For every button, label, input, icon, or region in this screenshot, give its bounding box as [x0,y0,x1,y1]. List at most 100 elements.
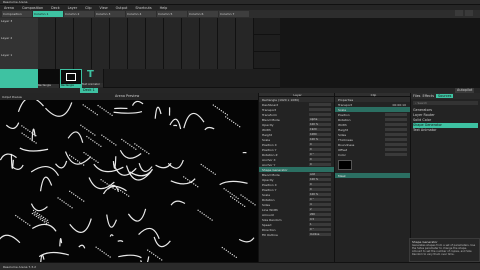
clip-slot[interactable] [182,52,200,69]
clip-slot[interactable] [92,52,110,69]
clip-slot[interactable] [218,35,236,52]
tab-column-1[interactable]: Column 1 [33,11,63,17]
tab-column-5[interactable]: Column 5 [157,11,187,17]
param-value[interactable]: 200 [309,212,331,217]
tab-files[interactable]: Files [413,94,420,98]
clip-slot[interactable] [218,52,236,69]
clip-slot[interactable] [56,18,74,35]
tab-column-4[interactable]: Column 4 [126,11,156,17]
param-value[interactable]: 100 % [309,177,331,182]
clip-slot[interactable] [200,18,218,35]
tab-column-6[interactable]: Column 6 [188,11,218,17]
tab-composition[interactable]: Composition [2,11,32,17]
clip-slot[interactable] [110,35,128,52]
clip-thumb-selected[interactable]: Rectangle [60,69,82,88]
menu-item-arena[interactable]: Arena [4,6,14,10]
param-value[interactable] [385,117,407,122]
clip-slot[interactable] [182,18,200,35]
clip-slot[interactable] [146,52,164,69]
param-value[interactable]: 1080 [309,132,331,137]
param-value[interactable] [385,112,407,117]
clip-slot[interactable] [200,35,218,52]
param-value[interactable]: 0 [309,187,331,192]
param-value[interactable]: Alpha [309,117,331,122]
menu-item-layer[interactable]: Layer [68,6,77,10]
clip-slot[interactable] [164,35,182,52]
tab-effects[interactable]: Effects [422,94,434,98]
tab-column-7[interactable]: Column 7 [219,11,249,17]
clip-slot[interactable] [74,52,92,69]
layer-header[interactable]: Layer 3 [0,18,38,35]
color-swatch[interactable] [338,160,352,170]
param-value[interactable]: 0 [309,147,331,152]
menu-item-composition[interactable]: Composition [22,6,43,10]
clip-slot[interactable] [110,18,128,35]
clip-slot[interactable] [164,52,182,69]
clip-slot[interactable] [128,52,146,69]
param-value[interactable]: 0 [309,162,331,167]
param-value[interactable] [385,142,407,147]
minimize-button[interactable] [455,10,463,16]
clip-slot[interactable] [164,18,182,35]
clip-slot[interactable] [146,18,164,35]
param-value[interactable]: Add [309,172,331,177]
param-value[interactable]: 1920 [309,127,331,132]
param-value[interactable]: 4 [309,202,331,207]
param-value[interactable] [309,112,331,117]
param-value[interactable] [309,102,331,107]
clip-thumb[interactable]: Rectangle [38,69,60,88]
param-value[interactable]: 0 [309,142,331,147]
effects-list-item[interactable]: Text Animator [413,128,478,133]
clip-slot[interactable] [236,52,254,69]
clip-slot[interactable] [38,18,56,35]
param-row[interactable]: Fill Outline Outline [259,232,334,237]
param-value[interactable]: 2 [309,207,331,212]
tab-column-2[interactable]: Column 2 [64,11,94,17]
param-value[interactable]: 0 ° [309,227,331,232]
clip-slot[interactable] [74,18,92,35]
tab-column-3[interactable]: Column 3 [95,11,125,17]
clip-effect-header-2[interactable]: Mask [335,173,410,178]
menu-item-shortcuts[interactable]: Shortcuts [135,6,151,10]
clip-slot[interactable] [56,52,74,69]
layer-header[interactable]: Layer 2 [0,35,38,52]
clip-slot[interactable] [110,52,128,69]
menu-item-help[interactable]: Help [160,6,168,10]
tab-sources[interactable]: Sources [435,94,454,98]
param-value[interactable] [385,132,407,137]
clip-slot[interactable] [236,18,254,35]
param-value[interactable]: 100 % [309,122,331,127]
param-value[interactable]: 1 [309,222,331,227]
menu-item-clip[interactable]: Clip [85,6,91,10]
param-row[interactable]: Color [335,152,410,157]
param-value[interactable]: 0.5 [309,217,331,222]
param-value[interactable]: 0 [309,182,331,187]
param-value[interactable]: 0 ° [309,197,331,202]
menu-item-view[interactable]: View [100,6,108,10]
close-button[interactable] [465,10,473,16]
param-value[interactable]: Outline [309,232,331,237]
clip-slot[interactable] [92,35,110,52]
layer-header[interactable] [0,69,38,88]
clip-slot[interactable] [200,52,218,69]
param-value[interactable] [385,152,407,157]
menu-item-deck[interactable]: Deck [51,6,60,10]
clip-slot[interactable] [218,18,236,35]
clip-slot[interactable] [236,35,254,52]
param-value[interactable]: 100 % [309,137,331,142]
param-value[interactable]: 0 [309,157,331,162]
clip-slot[interactable] [128,35,146,52]
param-value[interactable]: 100 % [309,192,331,197]
clip-slot[interactable] [92,18,110,35]
param-value[interactable]: 0 ° [309,152,331,157]
param-value[interactable] [385,127,407,132]
param-value[interactable] [385,122,407,127]
clip-slot[interactable] [182,35,200,52]
param-value[interactable] [385,147,407,152]
clip-slot[interactable] [56,35,74,52]
layer-header[interactable]: Layer 1 [0,52,38,69]
clip-slot[interactable] [74,35,92,52]
param-value[interactable] [309,107,331,112]
menu-item-output[interactable]: Output [116,6,128,10]
clip-slot[interactable] [128,18,146,35]
